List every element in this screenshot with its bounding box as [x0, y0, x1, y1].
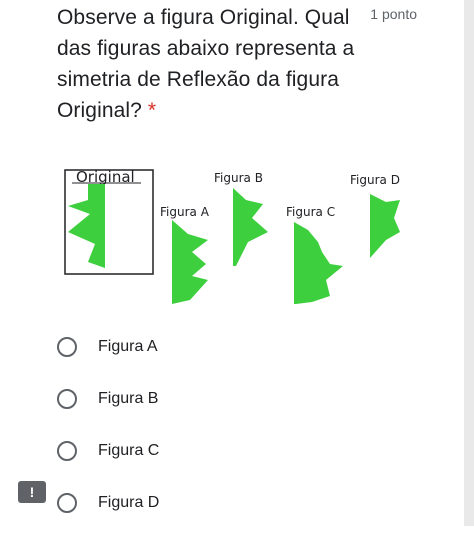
figures-illustration: Original Figura A Figura B Figura C Figu… — [64, 168, 400, 304]
figure-a-label: Figura A — [160, 205, 210, 219]
figure-c-shape — [294, 222, 343, 304]
figure-b-label: Figura B — [214, 171, 263, 185]
question-title: Observe a figura Original. Qual das figu… — [57, 2, 357, 126]
options-list: Figura A Figura B Figura C Figura D — [57, 334, 159, 542]
option-label: Figura C — [98, 442, 160, 459]
option-figura-a[interactable]: Figura A — [57, 334, 159, 360]
report-button[interactable]: ! — [18, 481, 46, 503]
option-figura-b[interactable]: Figura B — [57, 386, 159, 412]
figure-a-shape — [172, 220, 208, 304]
option-figura-c[interactable]: Figura C — [57, 438, 159, 464]
figure-b-shape — [233, 188, 268, 266]
option-label: Figura D — [98, 494, 160, 511]
question-image: Original Figura A Figura B Figura C Figu… — [60, 160, 420, 320]
figure-d-label: Figura D — [350, 173, 400, 187]
figure-c-label: Figura C — [286, 205, 335, 219]
question-text: Observe a figura Original. Qual das figu… — [57, 6, 355, 122]
option-label: Figura B — [98, 390, 159, 407]
required-asterisk: * — [147, 99, 157, 122]
points-label: 1 ponto — [370, 6, 417, 22]
radio-button[interactable] — [57, 337, 77, 357]
question-card: Observe a figura Original. Qual das figu… — [0, 0, 474, 526]
original-label: Original — [76, 168, 135, 186]
radio-button[interactable] — [57, 441, 77, 461]
figure-d-shape — [370, 194, 400, 258]
radio-button[interactable] — [57, 493, 77, 513]
original-shape — [68, 184, 105, 268]
option-label: Figura A — [98, 338, 158, 355]
scrollbar-track[interactable] — [464, 0, 474, 526]
option-figura-d[interactable]: Figura D — [57, 490, 159, 516]
radio-button[interactable] — [57, 389, 77, 409]
